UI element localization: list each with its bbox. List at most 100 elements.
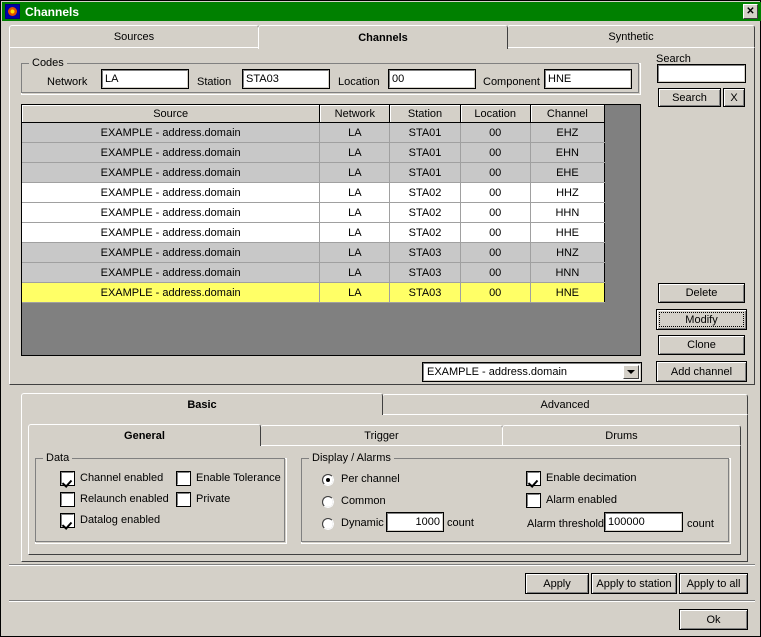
cell-location: 00	[460, 202, 531, 223]
source-combo-value: EXAMPLE - address.domain	[427, 366, 568, 378]
dynamic-count-unit: count	[447, 517, 474, 529]
channel-enabled-checkbox[interactable]	[60, 471, 75, 486]
cell-station: STA03	[389, 242, 461, 263]
cell-location: 00	[460, 262, 531, 283]
component-label: Component	[483, 76, 540, 88]
apply-to-all-label: Apply to all	[686, 577, 741, 590]
alarm-threshold-input[interactable]: 100000	[604, 512, 683, 532]
dynamic-label: Dynamic	[341, 517, 384, 529]
search-button-label: Search	[672, 91, 707, 104]
datalog-enabled-checkbox[interactable]	[60, 513, 75, 528]
clone-button-label: Clone	[687, 339, 716, 351]
table-row[interactable]: EXAMPLE - address.domain LA STA03 00 HNN	[22, 262, 606, 283]
network-label: Network	[47, 76, 88, 88]
tab-basic[interactable]: Basic	[21, 393, 383, 415]
cell-station: STA03	[389, 282, 461, 303]
cell-source: EXAMPLE - address.domain	[22, 282, 321, 303]
private-checkbox[interactable]	[176, 492, 191, 507]
search-input[interactable]	[657, 64, 746, 83]
table-row[interactable]: EXAMPLE - address.domain LA STA02 00 HHE	[22, 222, 606, 243]
title-bar: Channels ✕	[2, 2, 761, 21]
cell-source: EXAMPLE - address.domain	[22, 262, 321, 283]
enable-decimation-checkbox[interactable]	[526, 471, 541, 486]
alarm-enabled-checkbox[interactable]	[526, 493, 541, 508]
add-channel-button[interactable]: Add channel	[656, 361, 747, 382]
dynamic-count-input[interactable]: 1000	[386, 512, 444, 532]
cell-network: LA	[319, 202, 391, 223]
station-input[interactable]: STA03	[242, 69, 330, 89]
tab-drums[interactable]: Drums	[502, 425, 741, 446]
component-input[interactable]: HNE	[544, 69, 632, 89]
cell-source: EXAMPLE - address.domain	[22, 122, 321, 143]
cell-station: STA02	[389, 182, 461, 203]
tab-advanced-label: Advanced	[540, 399, 590, 411]
apply-to-all-button[interactable]: Apply to all	[679, 573, 748, 594]
cell-network: LA	[319, 122, 391, 143]
alarm-threshold-label: Alarm threshold	[527, 518, 605, 530]
apply-button[interactable]: Apply	[525, 573, 589, 594]
channels-table[interactable]: Source Network Station Location Channel …	[21, 104, 641, 356]
table-row[interactable]: EXAMPLE - address.domain LA STA02 00 HHN	[22, 202, 606, 223]
cell-channel: HNN	[530, 262, 606, 283]
table-row[interactable]: EXAMPLE - address.domain LA STA01 00 EHZ	[22, 122, 606, 143]
cell-network: LA	[319, 282, 391, 303]
common-label: Common	[341, 495, 386, 507]
ok-divider	[9, 600, 755, 602]
tab-sources[interactable]: Sources	[9, 25, 259, 47]
table-row[interactable]: EXAMPLE - address.domain LA STA03 00 HNZ	[22, 242, 606, 263]
common-radio[interactable]	[322, 496, 334, 508]
chevron-down-icon[interactable]	[623, 365, 639, 379]
apply-to-station-button[interactable]: Apply to station	[591, 573, 677, 594]
table-row[interactable]: EXAMPLE - address.domain LA STA03 00 HNE	[22, 282, 606, 303]
col-station[interactable]: Station	[389, 105, 461, 123]
cell-channel: EHN	[530, 142, 606, 163]
relaunch-enabled-checkbox[interactable]	[60, 492, 75, 507]
col-channel[interactable]: Channel	[530, 105, 606, 123]
data-group-title: Data	[43, 452, 73, 464]
cell-station: STA03	[389, 262, 461, 283]
location-label: Location	[338, 76, 380, 88]
tab-advanced[interactable]: Advanced	[382, 394, 748, 415]
apply-to-station-label: Apply to station	[596, 577, 672, 590]
location-input[interactable]: 00	[388, 69, 476, 89]
cell-network: LA	[319, 162, 391, 183]
cell-location: 00	[460, 242, 531, 263]
tab-synthetic-label: Synthetic	[608, 30, 654, 43]
col-network[interactable]: Network	[319, 105, 391, 123]
cell-channel: HHZ	[530, 182, 606, 203]
tab-general[interactable]: General	[28, 424, 261, 446]
table-row[interactable]: EXAMPLE - address.domain LA STA01 00 EHE	[22, 162, 606, 183]
close-icon[interactable]: ✕	[743, 4, 758, 19]
table-row[interactable]: EXAMPLE - address.domain LA STA01 00 EHN	[22, 142, 606, 163]
add-channel-button-label: Add channel	[670, 365, 733, 378]
network-input[interactable]: LA	[101, 69, 189, 89]
search-button[interactable]: Search	[658, 88, 721, 107]
cell-channel: EHE	[530, 162, 606, 183]
modify-button[interactable]: Modify	[656, 309, 747, 330]
enable-tolerance-checkbox[interactable]	[176, 471, 191, 486]
col-location[interactable]: Location	[460, 105, 531, 123]
clone-button[interactable]: Clone	[658, 335, 745, 355]
cell-channel: HHN	[530, 202, 606, 223]
cell-network: LA	[319, 262, 391, 283]
dynamic-radio[interactable]	[322, 518, 334, 530]
app-icon	[5, 4, 20, 19]
search-clear-button[interactable]: X	[723, 88, 745, 107]
col-source[interactable]: Source	[22, 105, 321, 123]
per-channel-radio[interactable]	[322, 474, 334, 486]
source-combo[interactable]: EXAMPLE - address.domain	[422, 362, 642, 382]
table-row[interactable]: EXAMPLE - address.domain LA STA02 00 HHZ	[22, 182, 606, 203]
delete-button[interactable]: Delete	[658, 283, 745, 303]
modify-button-label: Modify	[685, 313, 718, 326]
tab-channels[interactable]: Channels	[258, 25, 508, 49]
cell-channel: HNZ	[530, 242, 606, 263]
enable-decimation-label: Enable decimation	[546, 472, 637, 484]
tab-trigger[interactable]: Trigger	[260, 425, 503, 446]
per-channel-label: Per channel	[341, 473, 400, 485]
cell-station: STA01	[389, 162, 461, 183]
ok-button[interactable]: Ok	[679, 609, 748, 630]
cell-source: EXAMPLE - address.domain	[22, 182, 321, 203]
tab-synthetic[interactable]: Synthetic	[507, 25, 755, 47]
cell-channel: HNE	[530, 282, 606, 303]
cell-location: 00	[460, 282, 531, 303]
